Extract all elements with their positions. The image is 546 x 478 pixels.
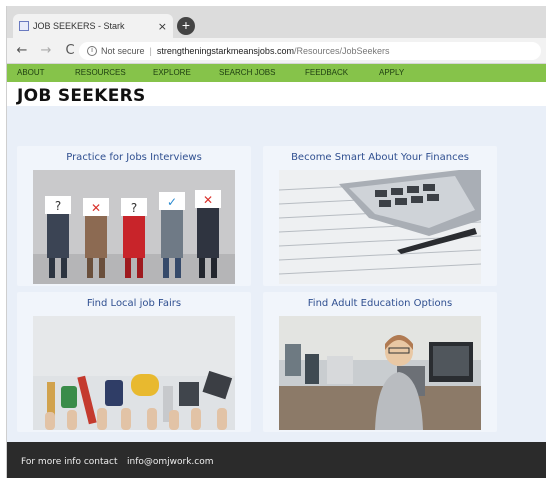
tab-title: JOB SEEKERS - Stark <box>33 21 125 31</box>
address-bar[interactable]: i Not secure | strengtheningstarkmeansjo… <box>79 42 541 60</box>
nav-item-search-jobs[interactable]: SEARCH JOBS <box>219 68 275 77</box>
card-interviews[interactable]: Practice for Jobs Interviews ? ✕ ? ✓ ✕ <box>17 146 251 286</box>
main-content: Practice for Jobs Interviews ? ✕ ? ✓ ✕ B… <box>7 106 546 442</box>
tab-close-icon[interactable]: × <box>158 20 167 33</box>
card-title[interactable]: Find Local job Fairs <box>17 298 251 309</box>
adult-education-image[interactable] <box>279 316 481 430</box>
nav-item-resources[interactable]: RESOURCES <box>75 68 126 77</box>
svg-text:✕: ✕ <box>91 201 101 215</box>
browser-tab[interactable]: JOB SEEKERS - Stark × <box>13 14 173 38</box>
browser-window: JOB SEEKERS - Stark × + ← → C i Not secu… <box>6 6 546 478</box>
card-job-fairs[interactable]: Find Local job Fairs <box>17 292 251 432</box>
security-label: Not secure <box>101 46 145 56</box>
back-button[interactable]: ← <box>13 43 31 58</box>
reload-button[interactable]: C <box>61 43 79 58</box>
footer-email-link[interactable]: info@omjwork.com <box>127 457 214 467</box>
card-title[interactable]: Find Adult Education Options <box>263 298 497 309</box>
svg-text:?: ? <box>55 199 61 213</box>
svg-text:✕: ✕ <box>203 193 213 207</box>
svg-text:✓: ✓ <box>167 195 177 209</box>
browser-toolbar: ← → C i Not secure | strengtheningstarkm… <box>7 38 546 64</box>
svg-text:?: ? <box>131 201 137 215</box>
forward-button[interactable]: → <box>37 43 55 58</box>
url-host: strengtheningstarkmeansjobs.com <box>156 46 294 56</box>
card-adult-education[interactable]: Find Adult Education Options <box>263 292 497 432</box>
url-separator: | <box>149 46 152 56</box>
page-favicon-icon <box>19 21 29 31</box>
url-path: /Resources/JobSeekers <box>293 46 390 56</box>
new-tab-button[interactable]: + <box>177 17 195 35</box>
card-title[interactable]: Become Smart About Your Finances <box>263 152 497 163</box>
page-title: JOB SEEKERS <box>17 86 146 106</box>
site-footer: For more info contact info@omjwork.com <box>7 442 546 478</box>
nav-item-explore[interactable]: EXPLORE <box>153 68 191 77</box>
interview-image[interactable]: ? ✕ ? ✓ ✕ <box>33 170 235 284</box>
footer-text: For more info contact <box>21 457 118 467</box>
job-fairs-image[interactable] <box>33 316 235 430</box>
browser-titlebar: JOB SEEKERS - Stark × + <box>7 6 546 38</box>
nav-item-apply[interactable]: APPLY <box>379 68 404 77</box>
nav-item-about[interactable]: ABOUT <box>17 68 45 77</box>
card-title[interactable]: Practice for Jobs Interviews <box>17 152 251 163</box>
info-icon[interactable]: i <box>87 46 97 56</box>
site-nav: ABOUT RESOURCES EXPLORE SEARCH JOBS FEED… <box>7 64 546 82</box>
nav-item-feedback[interactable]: FEEDBACK <box>305 68 348 77</box>
finance-image[interactable] <box>279 170 481 284</box>
card-finances[interactable]: Become Smart About Your Finances <box>263 146 497 286</box>
